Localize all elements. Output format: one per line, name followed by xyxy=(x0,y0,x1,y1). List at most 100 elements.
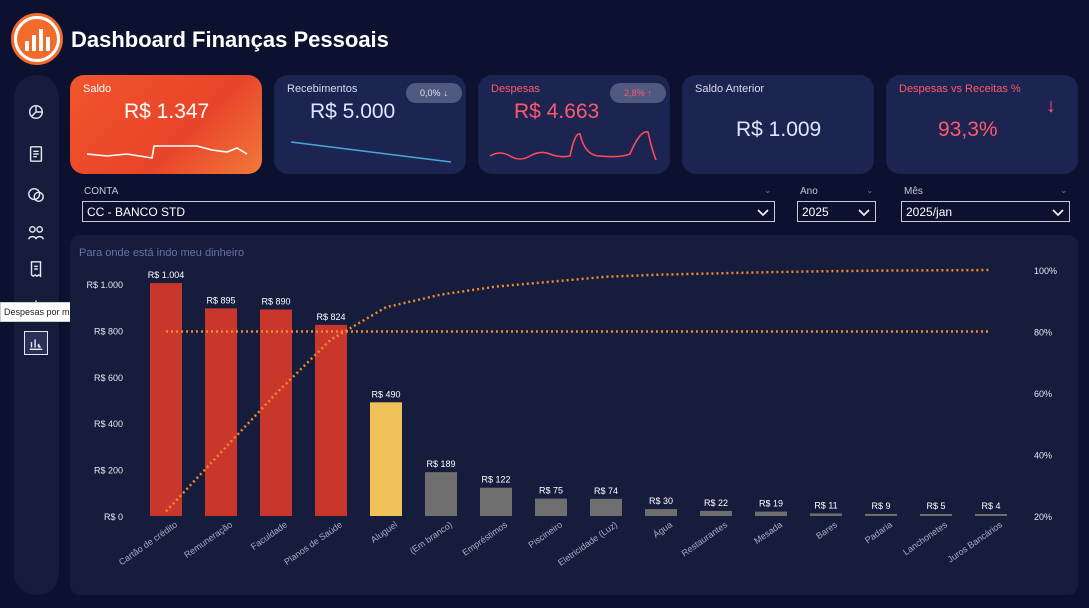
data-label: R$ 490 xyxy=(371,389,400,399)
y2-tick-label: 40% xyxy=(1034,451,1052,461)
chevron-down-icon[interactable]: ⌄ xyxy=(1060,185,1068,196)
despesas-sparkline xyxy=(490,131,657,161)
x-tick-label: Cartão de crédito xyxy=(117,519,179,567)
y-tick-label: R$ 1.000 xyxy=(86,280,123,290)
card-despesas: Despesas 2,8% ↑ R$ 4.663 xyxy=(478,75,670,174)
monthly-expenses-icon[interactable] xyxy=(24,331,48,355)
card-recebimentos: Recebimentos 0,0% ↓ R$ 5.000 xyxy=(274,75,466,174)
chevron-down-icon xyxy=(757,209,769,217)
card-saldo-anterior-label: Saldo Anterior xyxy=(695,83,765,95)
mes-select-value: 2025/jan xyxy=(906,204,953,219)
card-saldo-anterior: Saldo Anterior R$ 1.009 xyxy=(682,75,874,174)
arrow-up-icon: ↑ xyxy=(647,88,653,98)
recebimentos-badge: 0,0% ↓ xyxy=(406,83,462,103)
bar xyxy=(425,472,457,516)
page-title: Dashboard Finanças Pessoais xyxy=(71,27,389,52)
x-tick-label: Planos de Saúde xyxy=(282,519,344,567)
data-label: R$ 5 xyxy=(926,501,945,511)
card-saldo: Saldo R$ 1.347 xyxy=(70,75,262,174)
bar xyxy=(865,513,897,516)
chevron-down-icon xyxy=(1052,209,1064,217)
y2-tick-label: 100% xyxy=(1034,266,1057,276)
recebimentos-badge-text: 0,0% xyxy=(419,88,441,98)
bar xyxy=(590,498,622,516)
x-tick-label: (Em branco) xyxy=(408,519,454,556)
filter-mes-label: Mês xyxy=(904,186,923,197)
x-tick-label: Aluguel xyxy=(369,519,399,544)
pie-chart-icon[interactable] xyxy=(24,100,48,124)
card-despesas-receitas: Despesas vs Receitas % ↓ 93,3% xyxy=(886,75,1078,174)
data-label: R$ 1.004 xyxy=(148,270,185,280)
despesas-badge: 2,8% ↑ xyxy=(610,83,666,103)
y-tick-label: R$ 800 xyxy=(94,326,123,336)
x-tick-label: Mesada xyxy=(752,519,784,546)
x-tick-label: Restaurantes xyxy=(680,519,730,558)
receipt-icon[interactable] xyxy=(24,257,48,281)
y-tick-label: R$ 400 xyxy=(94,419,123,429)
data-label: R$ 4 xyxy=(981,501,1000,511)
data-label: R$ 22 xyxy=(704,498,728,508)
bar xyxy=(645,509,677,516)
y-tick-label: R$ 600 xyxy=(94,373,123,383)
card-saldo-value: R$ 1.347 xyxy=(124,100,210,123)
y2-tick-label: 80% xyxy=(1034,328,1052,338)
y2-tick-label: 20% xyxy=(1034,512,1052,522)
pareto-chart[interactable]: R$ 0 R$ 200 R$ 400 R$ 600 R$ 800 R$ 1.000 20% 4… xyxy=(70,235,1078,595)
bar xyxy=(700,510,732,516)
bar xyxy=(975,514,1007,516)
y-tick-label: R$ 200 xyxy=(94,466,123,476)
data-label: R$ 9 xyxy=(871,501,890,511)
data-label: R$ 824 xyxy=(316,312,345,322)
x-tick-label: Remuneração xyxy=(182,519,234,560)
card-saldo-label: Saldo xyxy=(83,83,112,95)
bar xyxy=(480,487,512,516)
card-saldo-anterior-value: R$ 1.009 xyxy=(736,118,822,141)
arrow-down-icon: ↓ xyxy=(443,88,449,98)
x-tick-label: Bares xyxy=(814,519,839,541)
bar xyxy=(150,283,182,516)
data-label: R$ 890 xyxy=(261,297,290,307)
x-tick-label: Faculdade xyxy=(249,519,289,551)
card-despesas-receitas-value: 93,3% xyxy=(938,118,998,141)
x-tick-label: Empréstimos xyxy=(460,519,509,558)
bar xyxy=(370,402,402,516)
y-tick-label: R$ 0 xyxy=(104,512,123,522)
bar xyxy=(205,308,237,516)
data-label: R$ 75 xyxy=(539,486,563,496)
conta-select[interactable]: CC - BANCO STD xyxy=(82,201,775,222)
mes-select[interactable]: 2025/jan xyxy=(901,201,1070,222)
people-money-icon[interactable] xyxy=(24,221,48,245)
x-tick-label: Piscineiro xyxy=(526,519,564,550)
conta-select-value: CC - BANCO STD xyxy=(87,204,186,219)
document-icon[interactable] xyxy=(24,142,48,166)
y2-tick-label: 60% xyxy=(1034,389,1052,399)
chart-logo-icon xyxy=(11,13,63,65)
x-tick-label: Água xyxy=(651,519,674,539)
card-recebimentos-label: Recebimentos xyxy=(287,83,358,95)
data-label: R$ 30 xyxy=(649,496,673,506)
chevron-down-icon[interactable]: ⌄ xyxy=(866,185,874,196)
bar xyxy=(260,309,292,516)
sidebar xyxy=(14,75,59,595)
pareto-chart-panel: Para onde está indo meu dinheiro R$ 0 R$ … xyxy=(70,235,1078,595)
bar xyxy=(755,511,787,516)
ano-select[interactable]: 2025 xyxy=(797,201,876,222)
saldo-sparkline xyxy=(86,145,248,159)
arrow-down-icon: ↓ xyxy=(1046,95,1056,117)
chevron-down-icon xyxy=(858,209,870,217)
filter-ano-label: Ano xyxy=(800,186,818,197)
bar xyxy=(315,324,347,516)
data-label: R$ 74 xyxy=(594,486,618,496)
data-label: R$ 895 xyxy=(206,295,235,305)
card-recebimentos-value: R$ 5.000 xyxy=(310,100,396,123)
coins-icon[interactable] xyxy=(24,183,48,207)
chevron-down-icon[interactable]: ⌄ xyxy=(764,185,772,196)
x-tick-label: Padaria xyxy=(863,519,894,545)
filter-conta-label: CONTA xyxy=(84,186,119,197)
data-label: R$ 11 xyxy=(814,500,837,510)
data-label: R$ 189 xyxy=(426,459,455,469)
x-tick-label: Juros Bancários xyxy=(946,519,1005,564)
data-label: R$ 19 xyxy=(759,499,783,509)
bar xyxy=(535,498,567,516)
card-despesas-receitas-label: Despesas vs Receitas % xyxy=(899,83,1021,95)
